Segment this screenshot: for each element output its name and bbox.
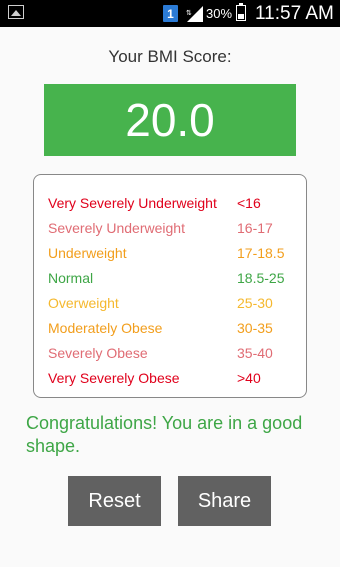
category-row: Moderately Obese 30-35 [48,320,298,345]
category-label: Very Severely Underweight [48,195,217,211]
page-title: Your BMI Score: [108,47,232,66]
signal-icon: ⇅ [186,6,203,22]
sim-icon: 1 [163,5,178,22]
share-button[interactable]: Share [178,476,271,526]
category-range: <16 [237,195,261,211]
clock: 11:57 AM [255,3,334,24]
category-range: 25-30 [237,295,273,311]
category-label: Severely Obese [48,345,148,361]
category-row: Normal 18.5-25 [48,270,298,295]
bmi-categories-table: Very Severely Underweight <16 Severely U… [33,174,307,398]
bmi-score-value: 20.0 [125,94,215,146]
bmi-score-box: 20.0 [44,84,296,156]
category-range: >40 [237,370,261,386]
battery-percent: 30% [206,6,233,21]
gallery-icon [8,5,26,21]
category-row: Overweight 25-30 [48,295,298,320]
category-label: Severely Underweight [48,220,185,236]
category-range: 35-40 [237,345,273,361]
category-row: Severely Obese 35-40 [48,345,298,370]
result-message: Congratulations! You are in a good shape… [26,413,303,456]
svg-text:⇅: ⇅ [186,9,192,17]
category-range: 16-17 [237,220,273,236]
category-range: 18.5-25 [237,270,285,286]
category-row: Very Severely Underweight <16 [48,195,298,220]
status-bar: 1 ⇅ 30% 11:57 AM [0,0,340,27]
category-label: Very Severely Obese [48,370,180,386]
category-row: Very Severely Obese >40 [48,370,298,395]
category-row: Underweight 17-18.5 [48,245,298,270]
category-label: Overweight [48,295,119,311]
battery-icon [236,3,246,21]
category-row: Severely Underweight 16-17 [48,220,298,245]
category-range: 30-35 [237,320,273,336]
category-label: Normal [48,270,94,286]
category-label: Moderately Obese [48,320,163,336]
reset-button[interactable]: Reset [68,476,161,526]
category-range: 17-18.5 [237,245,285,261]
category-label: Underweight [48,245,127,261]
